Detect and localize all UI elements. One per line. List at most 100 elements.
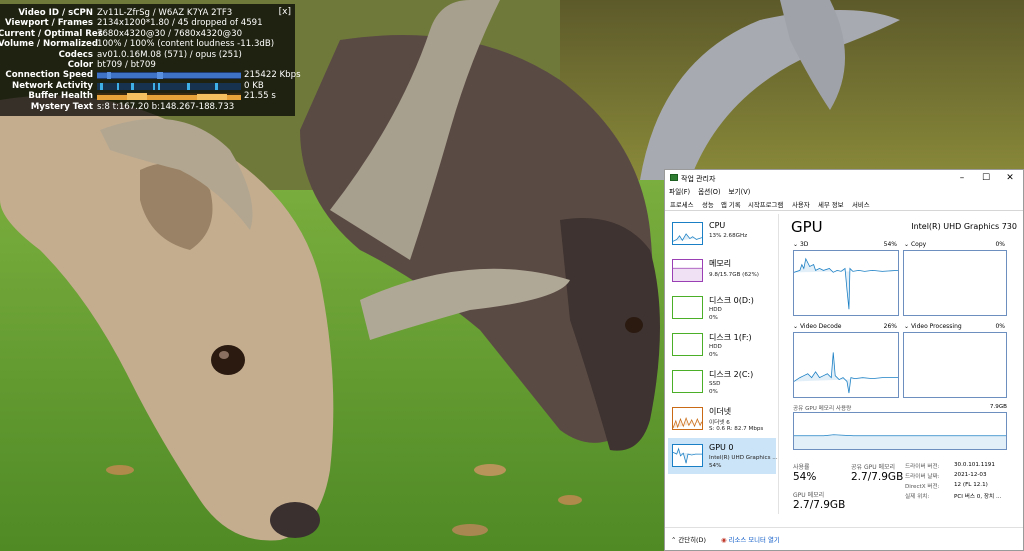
- engine-selector-copy[interactable]: ⌄ Copy: [904, 241, 926, 248]
- sidebar-item-detail: HDD: [709, 307, 722, 313]
- engine-selector-video-processing[interactable]: ⌄ Video Processing: [904, 323, 962, 330]
- stat-value: 2134x1200*1.80 / 45 dropped of 4591: [97, 18, 263, 29]
- stat-value: Zv11L-ZfrSg / W6AZ K7YA 2TF3: [97, 8, 233, 18]
- stat-label: Connection Speed: [5, 70, 93, 81]
- menu-bar: 파일(F) 옵션(O) 보기(V): [665, 186, 754, 197]
- stat-value: bt709 / bt709: [97, 60, 156, 70]
- menu-view[interactable]: 보기(V): [729, 186, 751, 196]
- performance-sidebar: CPU 13% 2.68GHz 메모리 9.8/15.7GB (62%) 디스크…: [665, 214, 778, 514]
- shared-memory-graph-label: 공유 GPU 메모리 사용량: [793, 406, 852, 412]
- gpu-memory-label: GPU 메모리: [793, 492, 825, 499]
- minimize-button[interactable]: –: [951, 172, 973, 184]
- tab-startup[interactable]: 시작프로그램: [748, 200, 783, 209]
- stat-row: Buffer Health 21.55 s: [0, 91, 295, 101]
- fewer-details-button[interactable]: ⌃ 간단히(D): [671, 535, 706, 544]
- utilization-label: 사용률: [793, 464, 810, 471]
- sidebar-item-detail: SSD: [709, 381, 721, 387]
- tab-processes[interactable]: 프로세스: [670, 200, 694, 209]
- engine-percent: 0%: [995, 241, 1005, 248]
- sidebar-item-disk-2[interactable]: 디스크 2(C:) SSD 0%: [668, 364, 776, 400]
- engine-graph-copy: [903, 250, 1007, 316]
- footer-bar: ⌃ 간단히(D) ◉ 리소스 모니터 열기: [665, 527, 1023, 550]
- page-title: GPU: [791, 218, 823, 236]
- chevron-down-icon: ⌄: [904, 241, 910, 248]
- resource-monitor-icon: ◉: [721, 536, 727, 544]
- window-title: 작업 관리자: [681, 175, 716, 183]
- pane-divider[interactable]: [778, 214, 779, 514]
- stat-row: Viewport / Frames 2134x1200*1.80 / 45 dr…: [0, 18, 295, 28]
- sidebar-item-usage: 0%: [709, 389, 718, 395]
- sidebar-item-disk-1[interactable]: 디스크 1(F:) HDD 0%: [668, 327, 776, 363]
- stat-row: Color bt709 / bt709: [0, 60, 295, 70]
- directx-version-label: DirectX 버전:: [905, 484, 940, 490]
- close-button[interactable]: ✕: [999, 172, 1021, 184]
- engine-graph-3d: [793, 250, 899, 316]
- driver-date-value: 2021-12-03: [954, 472, 987, 478]
- tab-performance[interactable]: 성능: [702, 200, 714, 209]
- sidebar-item-label: 디스크 2(C:): [709, 370, 754, 379]
- memory-mini-graph: [672, 259, 703, 282]
- engine-label: Video Processing: [910, 323, 962, 330]
- chevron-down-icon: ⌄: [793, 323, 799, 330]
- physical-location-value: PCI 버스 0, 장치 ...: [954, 494, 1002, 500]
- driver-version-value: 30.0.101.1191: [954, 462, 995, 468]
- stat-label: Current / Optimal Res: [0, 28, 103, 39]
- gpu-mini-graph: [672, 444, 703, 467]
- stat-label: Volume / Normalized: [0, 39, 99, 50]
- tab-users[interactable]: 사용자: [792, 200, 810, 209]
- sidebar-item-detail: 13% 2.68GHz: [709, 233, 748, 239]
- sidebar-item-label: GPU 0: [709, 443, 734, 452]
- connection-speed-sparkline: [97, 72, 241, 80]
- engine-graph-video-processing: [903, 332, 1007, 398]
- directx-version-value: 12 (FL 12.1): [954, 482, 988, 488]
- stat-row: Connection Speed 215422 Kbps: [0, 70, 300, 81]
- chevron-down-icon: ⌄: [904, 323, 910, 330]
- sidebar-item-usage: 54%: [709, 463, 722, 469]
- shared-gpu-memory-label: 공유 GPU 메모리: [851, 464, 896, 471]
- stat-label: Mystery Text: [30, 101, 93, 112]
- resource-monitor-label: 리소스 모니터 열기: [728, 536, 780, 544]
- engine-graph-video-decode: [793, 332, 899, 398]
- engine-selector-3d[interactable]: ⌄ 3D: [793, 241, 808, 248]
- sidebar-item-detail: HDD: [709, 344, 722, 350]
- stat-row: Volume / Normalized 100% / 100% (content…: [0, 39, 295, 49]
- open-resource-monitor-link[interactable]: ◉ 리소스 모니터 열기: [721, 535, 780, 544]
- ethernet-mini-graph: [672, 407, 703, 430]
- tab-details[interactable]: 세부 정보: [818, 200, 844, 209]
- tab-app-history[interactable]: 앱 기록: [721, 200, 741, 209]
- gpu-model-name: Intel(R) UHD Graphics 730: [911, 222, 1017, 231]
- engine-label: Video Decode: [799, 323, 842, 330]
- engine-percent: 0%: [995, 323, 1005, 330]
- network-activity-sparkline: [97, 82, 241, 90]
- stat-label: Buffer Health: [28, 91, 93, 102]
- menu-options[interactable]: 옵션(O): [698, 186, 720, 196]
- stat-row: Video ID / sCPN Zv11L-ZfrSg / W6AZ K7YA …: [0, 8, 295, 18]
- stat-value: 215422 Kbps: [244, 70, 301, 81]
- engine-selector-video-decode[interactable]: ⌄ Video Decode: [793, 323, 841, 330]
- driver-date-label: 드라이버 날짜:: [905, 474, 940, 480]
- chevron-up-icon: ⌃: [671, 536, 677, 544]
- shared-memory-graph: [793, 412, 1007, 450]
- sidebar-item-cpu[interactable]: CPU 13% 2.68GHz: [668, 216, 776, 252]
- sidebar-item-label: 이더넷: [709, 407, 732, 416]
- sidebar-item-gpu-0[interactable]: GPU 0 Intel(R) UHD Graphics ... 54%: [668, 438, 778, 474]
- sidebar-item-memory[interactable]: 메모리 9.8/15.7GB (62%): [668, 253, 776, 289]
- sidebar-item-disk-0[interactable]: 디스크 0(D:) HDD 0%: [668, 290, 776, 326]
- sidebar-item-detail: Intel(R) UHD Graphics ...: [709, 455, 778, 461]
- tab-services[interactable]: 서비스: [852, 200, 870, 209]
- sidebar-item-label: 메모리: [709, 259, 732, 268]
- stat-row: Codecs av01.0.16M.08 (571) / opus (251): [0, 50, 295, 60]
- sidebar-item-ethernet[interactable]: 이더넷 이더넷 6 S: 0.6 R: 82.7 Mbps: [668, 401, 776, 437]
- gpu-detail-panel: GPU Intel(R) UHD Graphics 730 ⌄ 3D 54% ⌄…: [783, 214, 1019, 514]
- buffer-health-sparkline: [97, 93, 241, 101]
- sidebar-item-usage: S: 0.6 R: 82.7 Mbps: [709, 426, 764, 432]
- maximize-button[interactable]: ☐: [975, 172, 997, 184]
- stat-row: Mystery Text s:8 t:167.20 b:148.267-188.…: [0, 102, 295, 112]
- fewer-details-label: 간단히(D): [678, 536, 706, 544]
- stat-row: Current / Optimal Res 7680x4320@30 / 768…: [0, 29, 295, 39]
- sidebar-item-label: 디스크 1(F:): [709, 333, 752, 342]
- title-bar[interactable]: 작업 관리자 – ☐ ✕: [665, 170, 1023, 186]
- engine-percent: 26%: [883, 323, 897, 330]
- menu-file[interactable]: 파일(F): [669, 186, 690, 196]
- sidebar-item-usage: 0%: [709, 352, 718, 358]
